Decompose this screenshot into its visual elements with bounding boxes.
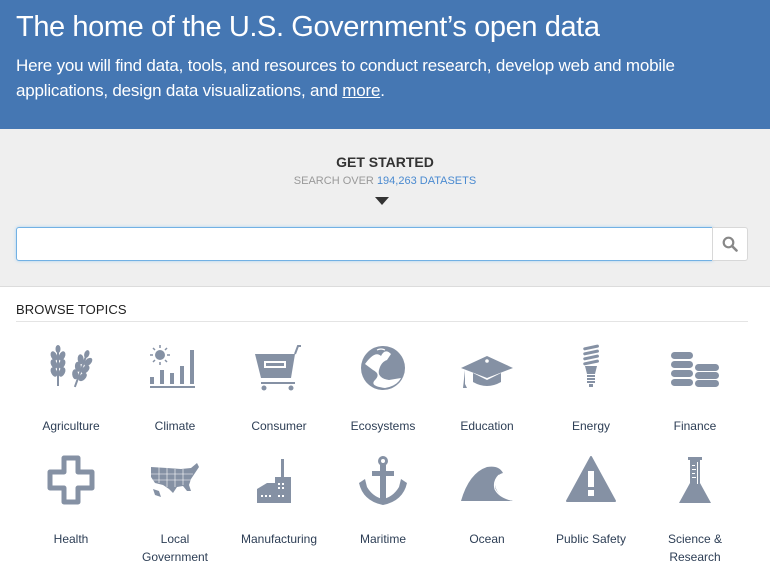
search-section: GET STARTED SEARCH OVER 194,263 DATASETS: [0, 129, 770, 287]
topic-label-line1: Science &: [667, 532, 723, 546]
topic-label: Science & Research: [643, 530, 747, 566]
us-map-icon: [151, 463, 199, 497]
topic-label: Education: [460, 419, 514, 433]
topic-science-research[interactable]: Science & Research: [643, 453, 747, 566]
caret-down-icon: [375, 197, 389, 205]
browse-topics-heading: BROWSE TOPICS: [16, 302, 748, 322]
topic-label: Ecosystems: [350, 419, 416, 433]
topic-label-line2: Government: [141, 550, 209, 564]
hero-banner: The home of the U.S. Government’s open d…: [0, 0, 770, 129]
search-button[interactable]: [712, 227, 748, 261]
topic-label: Agriculture: [42, 419, 100, 433]
shopping-cart-icon: [255, 345, 301, 391]
hero-subtitle-end: .: [380, 81, 385, 100]
topic-local-government[interactable]: Local Government: [123, 453, 227, 566]
graduation-cap-icon: [461, 356, 513, 388]
topic-label: Local Government: [123, 530, 227, 566]
factory-icon: [257, 459, 291, 503]
topic-health[interactable]: Health: [19, 453, 123, 548]
topic-agriculture[interactable]: Agriculture: [19, 340, 123, 435]
dataset-count: 194,263 DATASETS: [376, 175, 477, 187]
topic-label: Maritime: [359, 532, 406, 546]
dataset-count-line: SEARCH OVER 194,263 DATASETS: [0, 175, 770, 187]
topic-education[interactable]: Education: [435, 340, 539, 435]
topic-public-safety[interactable]: Public Safety: [539, 453, 643, 548]
topic-label-line1: Local: [160, 532, 190, 546]
topic-label: Energy: [571, 419, 611, 433]
search-input[interactable]: [16, 227, 713, 261]
medical-cross-icon: [47, 455, 95, 505]
browse-topics-section: BROWSE TOPICS: [16, 302, 748, 322]
topic-finance[interactable]: Finance: [643, 340, 747, 435]
topic-label: Public Safety: [555, 532, 627, 546]
topic-energy[interactable]: Energy: [539, 340, 643, 435]
wave-icon: [461, 466, 513, 501]
topic-maritime[interactable]: Maritime: [331, 453, 435, 548]
topic-label: Health: [53, 532, 89, 546]
topic-ocean[interactable]: Ocean: [435, 453, 539, 548]
topic-ecosystems[interactable]: Ecosystems: [331, 340, 435, 435]
page-title: The home of the U.S. Government’s open d…: [16, 11, 600, 43]
search-over-label: SEARCH OVER: [293, 175, 377, 187]
topic-label: Consumer: [251, 419, 307, 433]
topic-label: Climate: [154, 419, 196, 433]
search-icon: [722, 236, 738, 252]
anchor-icon: [359, 456, 407, 505]
warning-triangle-icon: [566, 456, 616, 502]
wheat-icon: [50, 345, 93, 388]
topic-consumer[interactable]: Consumer: [227, 340, 331, 435]
topic-label: Finance: [673, 419, 717, 433]
get-started-heading: GET STARTED: [336, 154, 434, 170]
lightbulb-icon: [583, 344, 599, 387]
topic-climate[interactable]: Climate: [123, 340, 227, 435]
coin-stacks-icon: [671, 352, 719, 387]
topic-label-line2: Research: [669, 550, 721, 564]
hero-subtitle: Here you will find data, tools, and reso…: [16, 53, 754, 103]
topic-label: Manufacturing: [240, 532, 318, 546]
landscape-globe-icon: [361, 346, 405, 390]
flask-icon: [679, 457, 711, 503]
sun-bar-chart-icon: [150, 345, 195, 388]
topic-manufacturing[interactable]: Manufacturing: [227, 453, 331, 548]
topic-label: Ocean: [469, 532, 505, 546]
more-link[interactable]: more: [342, 81, 380, 100]
